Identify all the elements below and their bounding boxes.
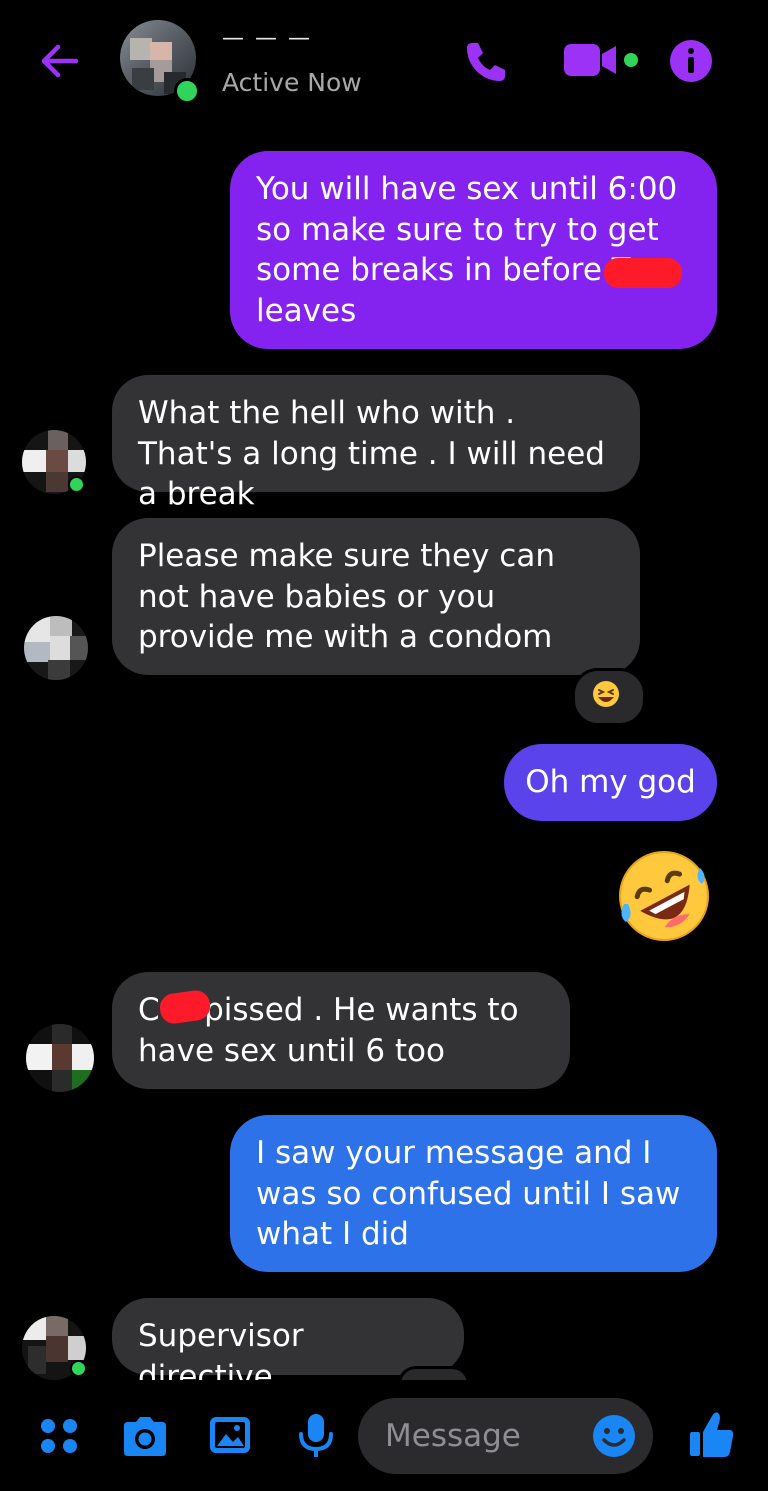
- microphone-icon: [299, 1414, 333, 1457]
- online-indicator: [70, 1360, 87, 1377]
- camera-button[interactable]: [120, 1414, 170, 1462]
- online-indicator: [68, 476, 85, 493]
- camera-icon: [124, 1417, 166, 1456]
- video-camera-icon: [564, 44, 638, 76]
- apps-grid-icon: [41, 1419, 77, 1453]
- video-call-button[interactable]: [562, 42, 646, 84]
- outgoing-message[interactable]: Oh my god: [504, 744, 717, 821]
- gallery-button[interactable]: [208, 1414, 252, 1462]
- sender-avatar[interactable]: [26, 1024, 94, 1092]
- incoming-message[interactable]: Please make sure they can not have babie…: [112, 518, 640, 675]
- voice-message-button[interactable]: [294, 1412, 338, 1464]
- incoming-message[interactable]: Supervisor directive: [112, 1298, 464, 1395]
- contact-name: — — —: [222, 26, 312, 51]
- info-button[interactable]: [668, 38, 714, 88]
- info-icon: [670, 40, 712, 82]
- like-button[interactable]: [688, 1410, 736, 1464]
- message-input-placeholder: Message: [385, 1418, 521, 1454]
- grinning-squinting-face-icon: [593, 681, 619, 707]
- message-reaction[interactable]: [572, 668, 646, 726]
- call-button[interactable]: [462, 38, 510, 90]
- gallery-icon: [210, 1417, 250, 1453]
- emoji-button[interactable]: [592, 1414, 636, 1462]
- incoming-message[interactable]: What the hell who with . That's a long t…: [112, 375, 640, 512]
- rolling-on-floor-laughing-icon: [619, 851, 709, 941]
- redaction-scribble: [604, 258, 682, 288]
- emoji-icon: [593, 1415, 635, 1457]
- outgoing-emoji-message[interactable]: [614, 846, 714, 950]
- active-status: Active Now: [222, 68, 362, 97]
- sender-avatar[interactable]: [24, 616, 88, 680]
- back-arrow-icon: [41, 44, 79, 78]
- thumbs-up-icon: [690, 1412, 734, 1457]
- incoming-message[interactable]: C is pissed . He wants to have sex until…: [112, 972, 570, 1089]
- outgoing-message[interactable]: You will have sex until 6:00 so make sur…: [230, 151, 717, 349]
- online-indicator: [174, 78, 200, 104]
- back-button[interactable]: [36, 38, 82, 84]
- outgoing-message[interactable]: I saw your message and I was so confused…: [230, 1115, 717, 1272]
- phone-icon: [467, 43, 505, 81]
- more-actions-button[interactable]: [38, 1414, 82, 1462]
